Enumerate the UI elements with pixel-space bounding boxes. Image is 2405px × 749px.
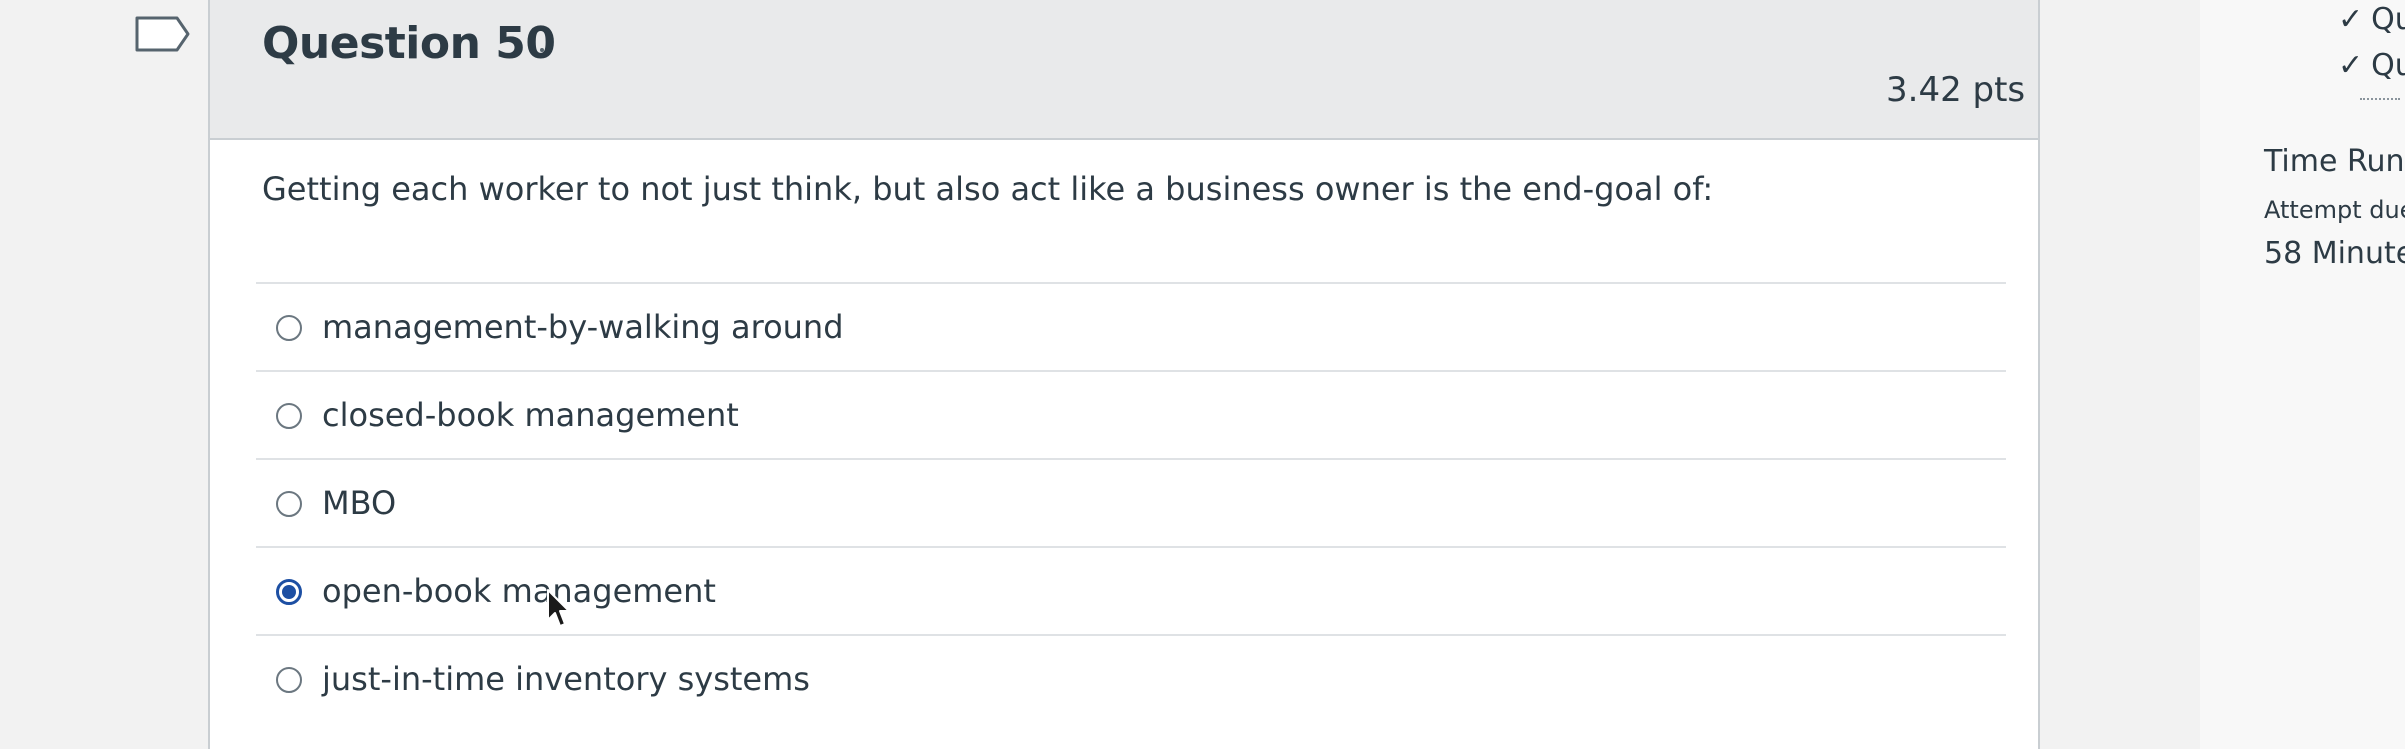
question-card: Question 50 3.42 pts Getting each worker… <box>208 0 2040 749</box>
question-link[interactable]: ✓ Qu <box>2338 48 2405 83</box>
answer-option[interactable]: just-in-time inventory systems <box>256 634 2006 722</box>
answer-label[interactable]: closed-book management <box>322 396 739 434</box>
radio-button[interactable] <box>276 315 302 341</box>
answer-label[interactable]: MBO <box>322 484 396 522</box>
question-text: Getting each worker to not just think, b… <box>262 170 1714 208</box>
radio-button[interactable] <box>276 403 302 429</box>
sidebar-background <box>2200 0 2405 749</box>
question-title: Question 50 <box>262 18 556 69</box>
checkmark-icon: ✓ <box>2338 48 2364 83</box>
minutes-remaining: 58 Minutes <box>2264 236 2405 271</box>
question-header: Question 50 3.42 pts <box>210 0 2038 140</box>
radio-button[interactable] <box>276 667 302 693</box>
answer-label[interactable]: open-book management <box>322 572 716 610</box>
checkmark-icon: ✓ <box>2338 2 2364 37</box>
question-points: 3.42 pts <box>1886 70 2026 110</box>
flag-question-icon[interactable] <box>135 16 191 52</box>
question-link[interactable]: ✓ Qu <box>2338 2 2405 37</box>
answer-label[interactable]: management-by-walking around <box>322 308 844 346</box>
answer-option-selected[interactable]: open-book management <box>256 546 2006 634</box>
answer-list: management-by-walking around closed-book… <box>256 282 2006 722</box>
answer-option[interactable]: MBO <box>256 458 2006 546</box>
answer-option[interactable]: closed-book management <box>256 370 2006 458</box>
attempt-due-label: Attempt due: <box>2264 196 2405 224</box>
radio-button[interactable] <box>276 491 302 517</box>
question-link-label: Qu <box>2371 2 2405 37</box>
question-link-label: Qu <box>2371 48 2405 83</box>
answer-option[interactable]: management-by-walking around <box>256 282 2006 370</box>
title-dot <box>540 48 544 52</box>
time-running-label: Time Runni <box>2264 144 2405 179</box>
truncated-link-mark <box>2360 98 2400 104</box>
answer-label[interactable]: just-in-time inventory systems <box>322 660 810 698</box>
radio-button-selected[interactable] <box>276 579 302 605</box>
mouse-pointer-icon <box>547 589 570 627</box>
